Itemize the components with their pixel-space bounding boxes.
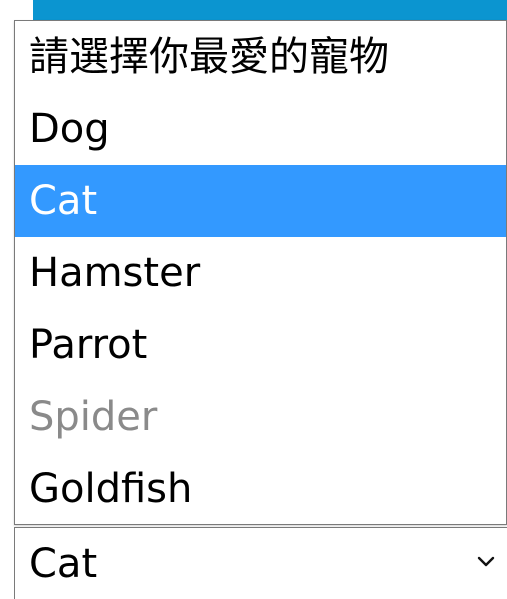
pet-option-dog[interactable]: Dog [15,93,506,165]
chevron-down-icon[interactable] [477,554,495,568]
select-demo-screen: 請選擇你最愛的寵物 Dog Cat Hamster Parrot Spider … [0,0,507,599]
pet-option-goldfish[interactable]: Goldfish [15,453,506,524]
pet-option-hamster[interactable]: Hamster [15,237,506,309]
pet-option-parrot[interactable]: Parrot [15,309,506,381]
pet-options-listbox[interactable]: 請選擇你最愛的寵物 Dog Cat Hamster Parrot Spider … [14,20,507,525]
top-accent-strip [33,0,507,20]
pet-option-cat[interactable]: Cat [15,165,506,237]
pet-select-current-value: Cat [29,541,98,587]
pet-select[interactable]: Cat [14,527,507,599]
pet-option-spider: Spider [29,394,158,440]
pet-option-placeholder[interactable]: 請選擇你最愛的寵物 [15,21,506,93]
